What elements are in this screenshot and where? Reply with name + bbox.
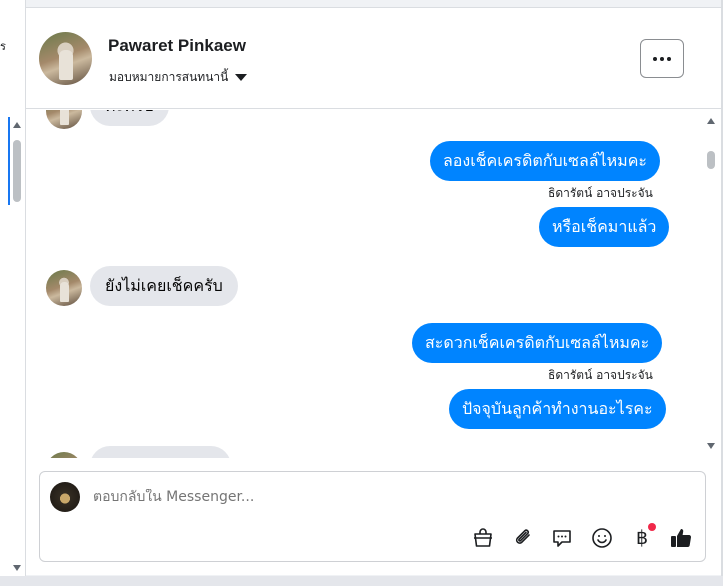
dot-icon: [653, 56, 657, 61]
outgoing-message: หรือเช็คมาแล้ว: [539, 207, 670, 247]
reply-input[interactable]: [93, 489, 653, 505]
contact-avatar-small: [46, 110, 82, 129]
dot-icon: [660, 56, 664, 61]
bottom-background: [0, 576, 723, 586]
notification-dot: [648, 523, 656, 531]
speech-bubble-icon[interactable]: [550, 526, 574, 550]
outgoing-message: สะดวกเช็คเครดิตกับเซลล์ไหมคะ: [412, 323, 663, 363]
incoming-message: ยังไม่เคยเช็คครับ: [90, 266, 238, 306]
smiley-icon[interactable]: [590, 526, 614, 550]
assign-conversation-dropdown[interactable]: มอบหมายการสนทนานี้: [109, 68, 248, 87]
left-panel-edge: ร: [0, 0, 26, 586]
scroll-up-arrow-icon[interactable]: [707, 118, 715, 124]
dot-icon: [667, 56, 671, 61]
page-avatar: [50, 482, 80, 512]
shopping-bag-icon[interactable]: [471, 526, 495, 550]
caret-down-icon: [235, 74, 248, 81]
message-composer: ฿: [39, 471, 706, 562]
sender-label: ธิดารัตน์ อาจประจัน: [548, 368, 653, 382]
contact-avatar[interactable]: [39, 32, 92, 85]
outgoing-message: ปัจจุบันลูกค้าทำงานอะไรคะ: [449, 389, 666, 429]
assign-label: มอบหมายการสนทนานี้: [109, 70, 229, 84]
sender-label: ธิดารัตน์ อาจประจัน: [548, 186, 653, 200]
contact-avatar-small: [46, 452, 82, 458]
truncated-text: ร: [0, 40, 6, 53]
active-indicator: [8, 117, 10, 205]
thumbs-up-icon[interactable]: [669, 526, 693, 550]
more-options-button[interactable]: [640, 39, 684, 78]
scrollbar-thumb[interactable]: [13, 140, 21, 202]
conversation-header: Pawaret Pinkaew มอบหมายการสนทนานี้: [26, 8, 721, 109]
scroll-up-arrow-icon[interactable]: [13, 122, 21, 128]
scrollbar-thumb[interactable]: [707, 151, 715, 169]
scroll-down-arrow-icon[interactable]: [707, 443, 715, 449]
contact-name[interactable]: Pawaret Pinkaew: [108, 36, 246, 56]
conversation-panel: Pawaret Pinkaew มอบหมายการสนทนานี้ ค่ะคร…: [26, 7, 721, 575]
incoming-message-partial: [90, 446, 231, 458]
incoming-message: ค่ะครับ: [90, 110, 169, 126]
scroll-down-arrow-icon[interactable]: [13, 565, 21, 571]
paperclip-icon[interactable]: [511, 526, 535, 550]
contact-avatar-small: [46, 270, 82, 306]
message-list[interactable]: ค่ะครับ ลองเช็คเครดิตกับเซลล์ไหมคะ ธิดาร…: [26, 110, 721, 458]
outgoing-message: ลองเช็คเครดิตกับเซลล์ไหมคะ: [430, 141, 661, 181]
